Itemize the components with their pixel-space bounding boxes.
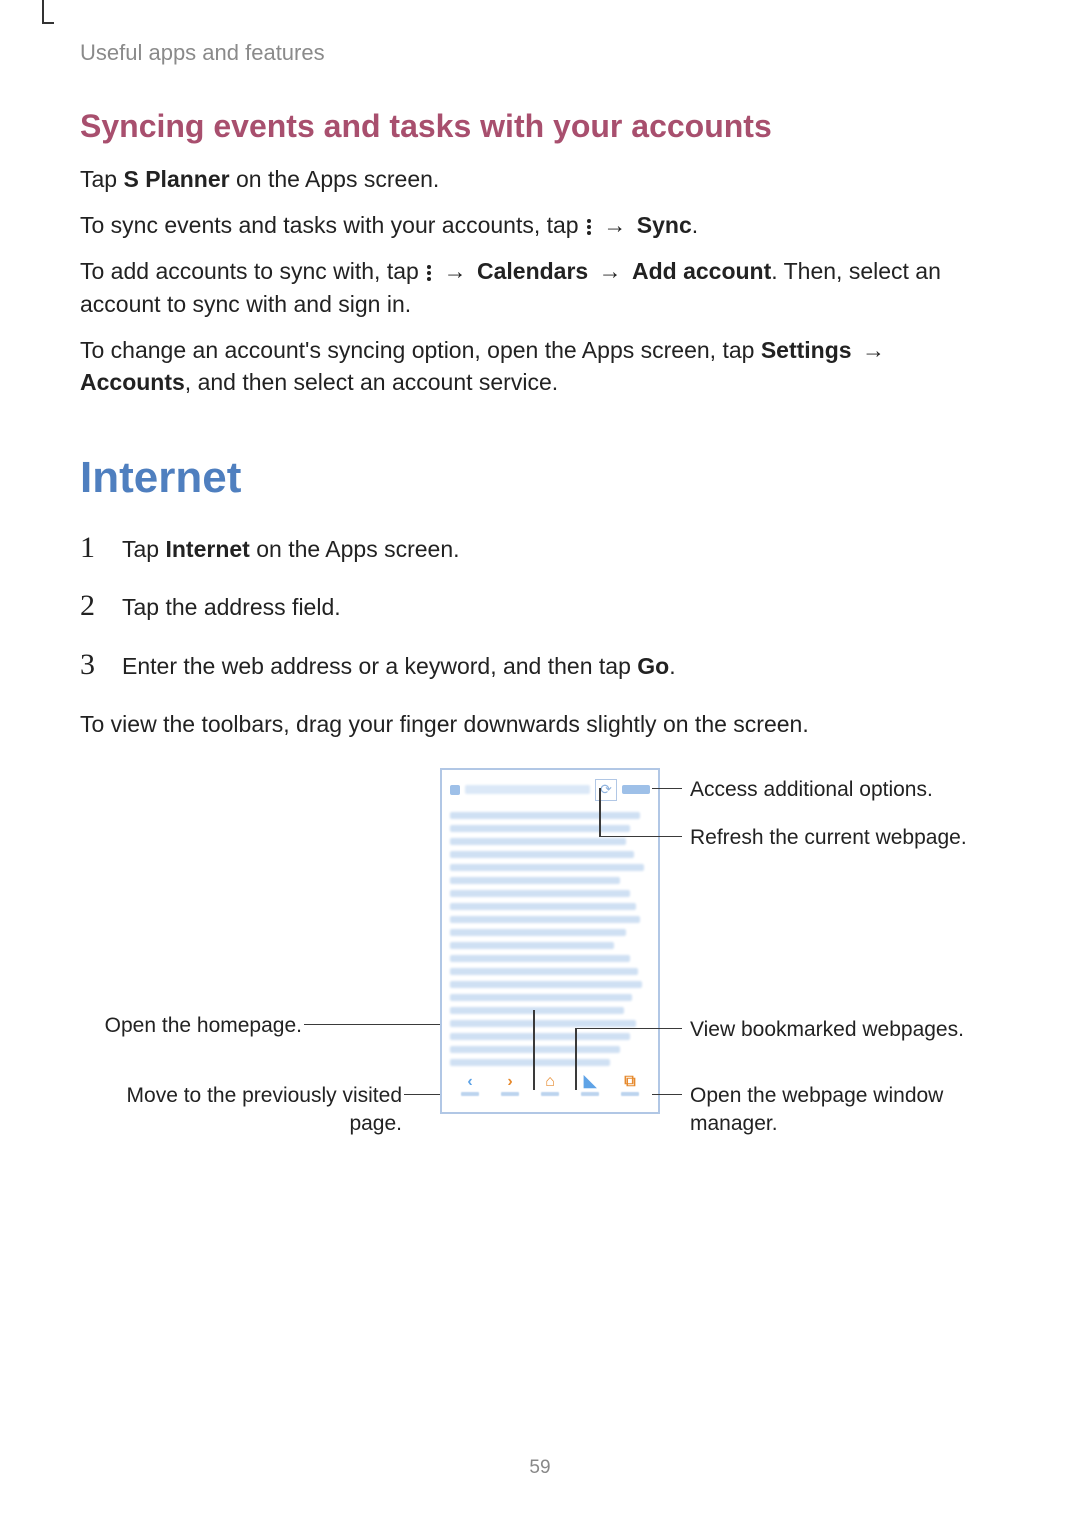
callout-refresh: Refresh the current webpage. — [690, 824, 967, 852]
browser-nav-bar: ‹ › ⌂ ◣ ⧉ — [450, 1074, 650, 1104]
bold-accounts: Accounts — [80, 369, 185, 395]
leader-line — [404, 1094, 440, 1096]
text: . — [692, 212, 698, 238]
home-icon: ⌂ — [545, 1074, 555, 1090]
manual-page: Useful apps and features Syncing events … — [0, 0, 1080, 1527]
bold-sync: Sync — [637, 212, 692, 238]
paragraph-sync: To sync events and tasks with your accou… — [80, 209, 1002, 241]
nav-back-button[interactable]: ‹ — [450, 1074, 490, 1096]
text: . — [669, 653, 675, 679]
crop-mark — [42, 0, 54, 24]
nav-forward-button[interactable]: › — [490, 1074, 530, 1096]
text: Tap — [80, 166, 123, 192]
paragraph-add-account: To add accounts to sync with, tap → Cale… — [80, 255, 1002, 319]
leader-line — [599, 836, 682, 838]
nav-windows-button[interactable]: ⧉ — [610, 1074, 650, 1096]
more-options-button[interactable] — [622, 785, 650, 794]
leader-line — [575, 1028, 682, 1030]
leader-line — [575, 1028, 577, 1090]
bold-go: Go — [637, 653, 669, 679]
leader-line — [652, 788, 682, 790]
browser-url-bar: ⟳ — [450, 778, 650, 802]
text: , and then select an account service. — [185, 369, 558, 395]
step-2: Tap the address field. — [80, 591, 1002, 623]
leader-line — [599, 788, 601, 836]
steps-list: Tap Internet on the Apps screen. Tap the… — [80, 533, 1002, 682]
bold-settings: Settings — [761, 337, 852, 363]
paragraph-change-sync: To change an account's syncing option, o… — [80, 334, 1002, 398]
more-icon — [585, 217, 593, 237]
section-title-internet: Internet — [80, 453, 1002, 503]
callout-homepage: Open the homepage. — [92, 1012, 302, 1040]
text: on the Apps screen. — [250, 536, 460, 562]
text: on the Apps screen. — [230, 166, 440, 192]
running-header: Useful apps and features — [80, 40, 1002, 66]
phone-screenshot: ⟳ ‹ › — [440, 768, 660, 1114]
bookmark-icon: ◣ — [584, 1074, 596, 1090]
forward-icon: › — [507, 1074, 512, 1090]
bold-add-account: Add account — [632, 258, 771, 284]
arrow-icon: → — [595, 258, 626, 284]
refresh-icon: ⟳ — [600, 781, 612, 798]
bold-calendars: Calendars — [477, 258, 588, 284]
leader-line — [533, 1010, 535, 1090]
nav-label-blur — [621, 1092, 639, 1096]
paragraph-splanner: Tap S Planner on the Apps screen. — [80, 163, 1002, 195]
bold-internet: Internet — [165, 536, 249, 562]
arrow-icon: → — [599, 212, 630, 238]
step-1: Tap Internet on the Apps screen. — [80, 533, 1002, 565]
text: To change an account's syncing option, o… — [80, 337, 761, 363]
nav-label-blur — [501, 1092, 519, 1096]
text: Enter the web address or a keyword, and … — [122, 653, 637, 679]
nav-label-blur — [541, 1092, 559, 1096]
lock-icon — [450, 785, 460, 795]
paragraph-toolbars: To view the toolbars, drag your finger d… — [80, 708, 1002, 740]
leader-line — [652, 1094, 682, 1096]
leader-line — [304, 1024, 440, 1026]
text: To sync events and tasks with your accou… — [80, 212, 585, 238]
callout-window-manager: Open the webpage window manager. — [690, 1082, 970, 1139]
nav-label-blur — [461, 1092, 479, 1096]
browser-figure: ⟳ ‹ › — [80, 768, 1002, 1128]
url-text-blur — [465, 785, 590, 794]
text: To add accounts to sync with, tap — [80, 258, 425, 284]
text: Tap the address field. — [122, 594, 341, 620]
text: Tap — [122, 536, 165, 562]
more-icon — [425, 263, 433, 283]
step-3: Enter the web address or a keyword, and … — [80, 650, 1002, 682]
back-icon: ‹ — [467, 1074, 472, 1090]
callout-access-options: Access additional options. — [690, 776, 933, 804]
arrow-icon: → — [440, 258, 471, 284]
callout-back-page: Move to the previously visited page. — [92, 1082, 402, 1139]
page-number: 59 — [0, 1457, 1080, 1479]
section-heading-syncing: Syncing events and tasks with your accou… — [80, 108, 1002, 145]
nav-label-blur — [581, 1092, 599, 1096]
nav-home-button[interactable]: ⌂ — [530, 1074, 570, 1096]
callout-bookmarks: View bookmarked webpages. — [690, 1016, 964, 1044]
arrow-icon: → — [858, 337, 889, 363]
windows-icon: ⧉ — [624, 1074, 635, 1090]
bold-s-planner: S Planner — [123, 166, 229, 192]
